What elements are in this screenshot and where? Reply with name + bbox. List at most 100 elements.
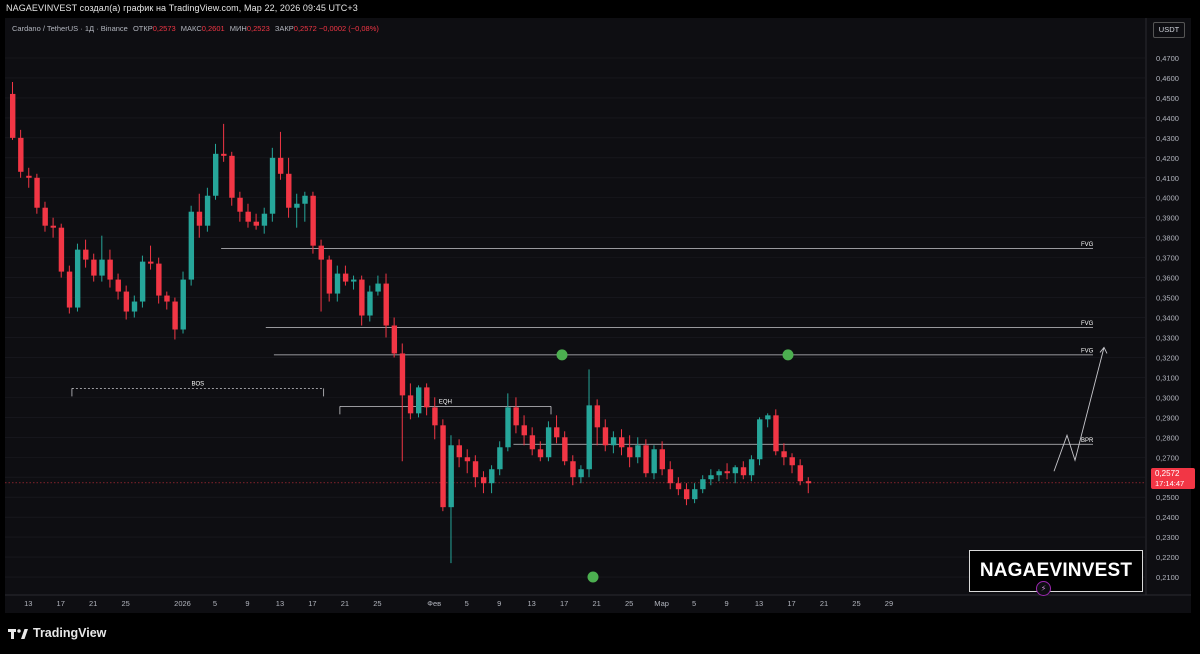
candle-body: [383, 283, 389, 326]
candle-body: [131, 301, 138, 312]
candle-body: [139, 261, 146, 302]
time-tick-label: 25: [122, 599, 130, 608]
time-axis: 13 17 21 25 2026 5 9 13 17 21 25 Фев 5 9 13 17 21 25 Мар 5 9…: [24, 599, 893, 608]
candle-body: [50, 225, 56, 228]
markers: [556, 349, 794, 583]
candle-body: [545, 427, 552, 458]
candlestick-chart[interactable]: FVG FVG FVG BPR BOS EQH 0,2100 0,2200 0,2300 0,2…: [0, 0, 1200, 613]
time-tick-label: Фев: [427, 599, 441, 608]
price-tick-label: 0,3000: [1156, 393, 1179, 402]
candle: [164, 291, 170, 310]
candle: [180, 271, 186, 334]
time-tick-label: 9: [724, 599, 728, 608]
price-tick-label: 0,2100: [1156, 573, 1179, 582]
candle-body: [424, 387, 430, 408]
candle-body: [91, 259, 97, 276]
candle: [521, 415, 527, 446]
candle-body: [156, 263, 162, 296]
candle-body: [740, 467, 747, 476]
candle-body: [667, 469, 674, 484]
price-tick-label: 0,4600: [1156, 74, 1179, 83]
candle: [805, 477, 812, 494]
candle: [489, 465, 495, 494]
price-tick-label: 0,2400: [1156, 513, 1179, 522]
candle: [237, 191, 243, 222]
candle: [326, 255, 333, 302]
candle-body: [229, 155, 235, 198]
candle: [602, 419, 609, 452]
price-tick-label: 0,3700: [1156, 254, 1179, 263]
candle-body: [318, 245, 324, 260]
price-tick-label: 0,3100: [1156, 373, 1179, 382]
candle-body: [277, 157, 284, 174]
marker-dot: [782, 349, 794, 361]
candle: [627, 435, 633, 468]
candle: [42, 201, 48, 232]
annotation-label: EQH: [439, 399, 452, 405]
currency-button[interactable]: USDT: [1153, 22, 1185, 38]
candle: [391, 317, 398, 358]
candle-body: [659, 449, 665, 470]
candle: [34, 173, 40, 214]
time-tick-label: 29: [885, 599, 893, 608]
candle-body: [789, 457, 795, 466]
watermark-box: NAGAEVINVEST: [969, 550, 1143, 592]
lightning-icon: ⚡: [1036, 581, 1051, 596]
candle: [221, 123, 227, 162]
candle: [204, 187, 211, 232]
candle-body: [643, 445, 649, 474]
price-tick-label: 0,2900: [1156, 413, 1179, 422]
candle-body: [294, 203, 300, 208]
candle: [513, 397, 519, 434]
price-tick-label: 0,3400: [1156, 314, 1179, 323]
candle: [594, 399, 601, 446]
candle: [659, 441, 665, 476]
candle-body: [237, 197, 243, 212]
candle: [107, 249, 113, 288]
candle: [50, 217, 56, 238]
candle-body: [497, 447, 503, 470]
candle-body: [724, 471, 730, 474]
marker-dot: [587, 571, 599, 583]
candle-body: [221, 153, 227, 156]
candle: [554, 415, 560, 444]
candle: [277, 131, 284, 180]
candle-body: [480, 477, 487, 484]
candle: [464, 449, 471, 474]
candle-body: [708, 475, 714, 480]
candle-body: [464, 457, 471, 462]
price-tick-label: 0,2700: [1156, 453, 1179, 462]
close-label: ЗАКР: [274, 24, 294, 33]
candle: [302, 191, 308, 222]
candle: [253, 213, 259, 230]
candle-body: [34, 177, 40, 208]
candle: [269, 147, 276, 222]
candle: [318, 239, 324, 312]
candle-body: [732, 467, 739, 474]
candle-body: [302, 195, 308, 204]
candle-body: [765, 415, 771, 420]
price-axis: 0,21000,22000,23000,24000,25000,26000,27…: [1156, 54, 1179, 582]
price-tick-label: 0,2500: [1156, 493, 1179, 502]
candle: [716, 469, 722, 482]
candle: [139, 255, 146, 308]
level-label: FVG: [1081, 321, 1094, 327]
candle-body: [619, 437, 625, 448]
candle: [424, 383, 430, 416]
candle: [99, 235, 105, 282]
marker-dot: [556, 349, 568, 361]
candle-body: [99, 259, 105, 276]
candle-body: [505, 407, 511, 448]
candle-body: [797, 465, 804, 482]
candle: [286, 157, 292, 218]
candle-body: [570, 461, 576, 478]
candle: [156, 257, 162, 304]
candle-body: [253, 221, 259, 226]
candle-body: [286, 173, 292, 208]
candle-body: [602, 427, 609, 446]
time-tick-label: 13: [755, 599, 763, 608]
tradingview-logo[interactable]: TradingView: [8, 626, 106, 640]
candle-body: [773, 415, 779, 452]
candle: [480, 471, 487, 494]
time-tick-label: 13: [528, 599, 536, 608]
